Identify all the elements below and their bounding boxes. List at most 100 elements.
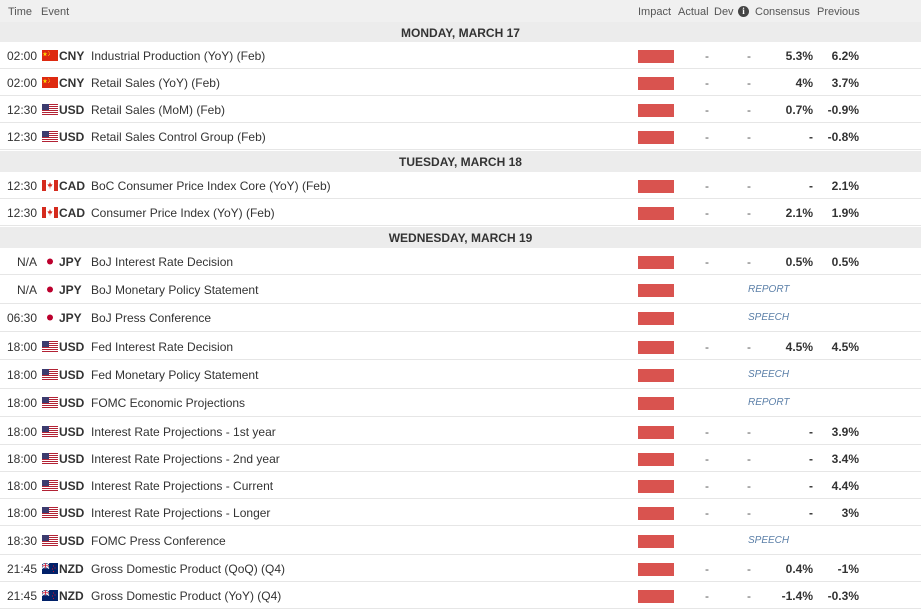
previous-value: 4.5% — [831, 340, 859, 354]
event-name[interactable]: Consumer Price Index (YoY) (Feb) — [91, 206, 275, 220]
event-time: 02:00 — [6, 49, 37, 63]
dev-column-header[interactable]: Dev — [714, 6, 734, 18]
actual-value: - — [705, 49, 709, 63]
actual-column-header[interactable]: Actual — [678, 6, 709, 18]
event-name[interactable]: FOMC Press Conference — [91, 534, 226, 548]
event-row[interactable]: 18:00 USD Fed Monetary Policy Statement SPE… — [0, 361, 921, 389]
event-column-header[interactable]: Event — [41, 6, 69, 18]
event-currency: USD — [59, 103, 85, 117]
impact-high-bar — [638, 480, 674, 493]
consensus-value: 0.7% — [785, 103, 813, 117]
event-row[interactable]: 18:00 USD Interest Rate Projections - Long… — [0, 499, 921, 526]
event-name[interactable]: Fed Monetary Policy Statement — [91, 368, 258, 382]
event-time: 18:00 — [6, 506, 37, 520]
event-name[interactable]: Retail Sales Control Group (Feb) — [91, 130, 266, 144]
event-row[interactable]: 18:00 USD Interest Rate Projections - 1st … — [0, 418, 921, 445]
event-name[interactable]: BoJ Interest Rate Decision — [91, 255, 233, 269]
event-time: 12:30 — [6, 103, 37, 117]
deviation-value: - — [747, 179, 751, 193]
event-time: 18:00 — [6, 396, 37, 410]
event-name[interactable]: BoJ Press Conference — [91, 311, 211, 325]
day-label: MONDAY, MARCH 17 — [401, 26, 520, 40]
event-currency: USD — [59, 396, 85, 410]
event-time: 18:30 — [6, 534, 37, 548]
event-row[interactable]: 18:00 USD FOMC Economic Projections REPORT — [0, 389, 921, 417]
event-name[interactable]: Gross Domestic Product (QoQ) (Q4) — [91, 562, 285, 576]
event-row[interactable]: 18:00 USD Fed Interest Rate Decision - - 4.5%… — [0, 333, 921, 360]
actual-value: - — [705, 425, 709, 439]
actual-value: - — [705, 130, 709, 144]
event-row[interactable]: 21:45 NZD Gross Domestic Product (YoY) (Q4… — [0, 582, 921, 609]
event-name[interactable]: Retail Sales (YoY) (Feb) — [91, 76, 220, 90]
event-row[interactable]: 02:00 CNY Industrial Production (YoY) (Feb… — [0, 42, 921, 69]
consensus-value: - — [809, 479, 813, 493]
day-header: WEDNESDAY, MARCH 19 — [0, 227, 921, 249]
consensus-value: 2.1% — [785, 206, 813, 220]
event-row[interactable]: 12:30 CAD BoC Consumer Price Index Core (Y… — [0, 172, 921, 199]
deviation-value: - — [747, 255, 751, 269]
event-row[interactable]: 06:30 JPY BoJ Press Conference SPEECH — [0, 304, 921, 332]
event-row[interactable]: 12:30 CAD Consumer Price Index (YoY) (Feb)… — [0, 199, 921, 226]
deviation-value: - — [747, 130, 751, 144]
event-row[interactable]: 18:00 USD Interest Rate Projections - 2nd … — [0, 445, 921, 472]
event-name[interactable]: Interest Rate Projections - 1st year — [91, 425, 276, 439]
deviation-value: - — [747, 206, 751, 220]
event-currency: JPY — [59, 311, 82, 325]
info-icon[interactable]: i — [738, 6, 749, 17]
impact-high-bar — [638, 563, 674, 576]
event-name[interactable]: Interest Rate Projections - 2nd year — [91, 452, 280, 466]
consensus-value: - — [809, 179, 813, 193]
event-name[interactable]: FOMC Economic Projections — [91, 396, 245, 410]
event-time: 12:30 — [6, 206, 37, 220]
event-name[interactable]: Industrial Production (YoY) (Feb) — [91, 49, 265, 63]
usa-flag-icon — [42, 507, 58, 518]
actual-value: - — [705, 562, 709, 576]
impact-column-header[interactable]: Impact — [638, 6, 671, 18]
event-row[interactable]: N/A JPY BoJ Monetary Policy Statement REPOR… — [0, 276, 921, 304]
previous-value: -0.9% — [827, 103, 859, 117]
usa-flag-icon — [42, 369, 58, 380]
event-name[interactable]: BoC Consumer Price Index Core (YoY) (Feb… — [91, 179, 331, 193]
event-currency: NZD — [59, 562, 84, 576]
event-currency: CAD — [59, 206, 85, 220]
event-name[interactable]: Gross Domestic Product (YoY) (Q4) — [91, 589, 281, 603]
event-row[interactable]: 18:00 USD Interest Rate Projections - Curr… — [0, 472, 921, 499]
event-name[interactable]: Interest Rate Projections - Current — [91, 479, 273, 493]
impact-high-bar — [638, 397, 674, 410]
consensus-column-header[interactable]: Consensus — [755, 6, 810, 18]
event-row[interactable]: 21:45 NZD Gross Domestic Product (QoQ) (Q4… — [0, 555, 921, 582]
usa-flag-icon — [42, 104, 58, 115]
impact-high-bar — [638, 507, 674, 520]
event-name[interactable]: Fed Interest Rate Decision — [91, 340, 233, 354]
event-row[interactable]: 12:30 USD Retail Sales (MoM) (Feb) - - 0.7% -0… — [0, 96, 921, 123]
table-header: Time Event Impact Actual Dev i Consensus… — [0, 0, 921, 24]
usa-flag-icon — [42, 397, 58, 408]
usa-flag-icon — [42, 426, 58, 437]
previous-column-header[interactable]: Previous — [817, 6, 860, 18]
event-currency: USD — [59, 340, 85, 354]
event-row[interactable]: N/A JPY BoJ Interest Rate Decision - - 0.5% 0.… — [0, 248, 921, 275]
consensus-value: 4.5% — [785, 340, 813, 354]
event-currency: JPY — [59, 283, 82, 297]
event-row[interactable]: 12:30 USD Retail Sales Control Group (Feb)… — [0, 123, 921, 150]
event-time: 21:45 — [6, 589, 37, 603]
event-name[interactable]: BoJ Monetary Policy Statement — [91, 283, 258, 297]
actual-value: - — [705, 76, 709, 90]
event-name[interactable]: Retail Sales (MoM) (Feb) — [91, 103, 225, 117]
event-time: 12:30 — [6, 130, 37, 144]
actual-value: - — [705, 340, 709, 354]
previous-value: 0.5% — [831, 255, 859, 269]
event-name[interactable]: Interest Rate Projections - Longer — [91, 506, 270, 520]
previous-value: 4.4% — [831, 479, 859, 493]
deviation-value: - — [747, 452, 751, 466]
impact-high-bar — [638, 256, 674, 269]
event-time: 21:45 — [6, 562, 37, 576]
event-row[interactable]: 02:00 CNY Retail Sales (YoY) (Feb) - - 4% 3.7% — [0, 69, 921, 96]
usa-flag-icon — [42, 480, 58, 491]
event-row[interactable]: 18:30 USD FOMC Press Conference SPEECH — [0, 527, 921, 555]
impact-high-bar — [638, 180, 674, 193]
consensus-value: - — [809, 425, 813, 439]
event-time: 02:00 — [6, 76, 37, 90]
time-column-header[interactable]: Time — [8, 6, 32, 18]
japan-flag-icon — [42, 284, 58, 295]
